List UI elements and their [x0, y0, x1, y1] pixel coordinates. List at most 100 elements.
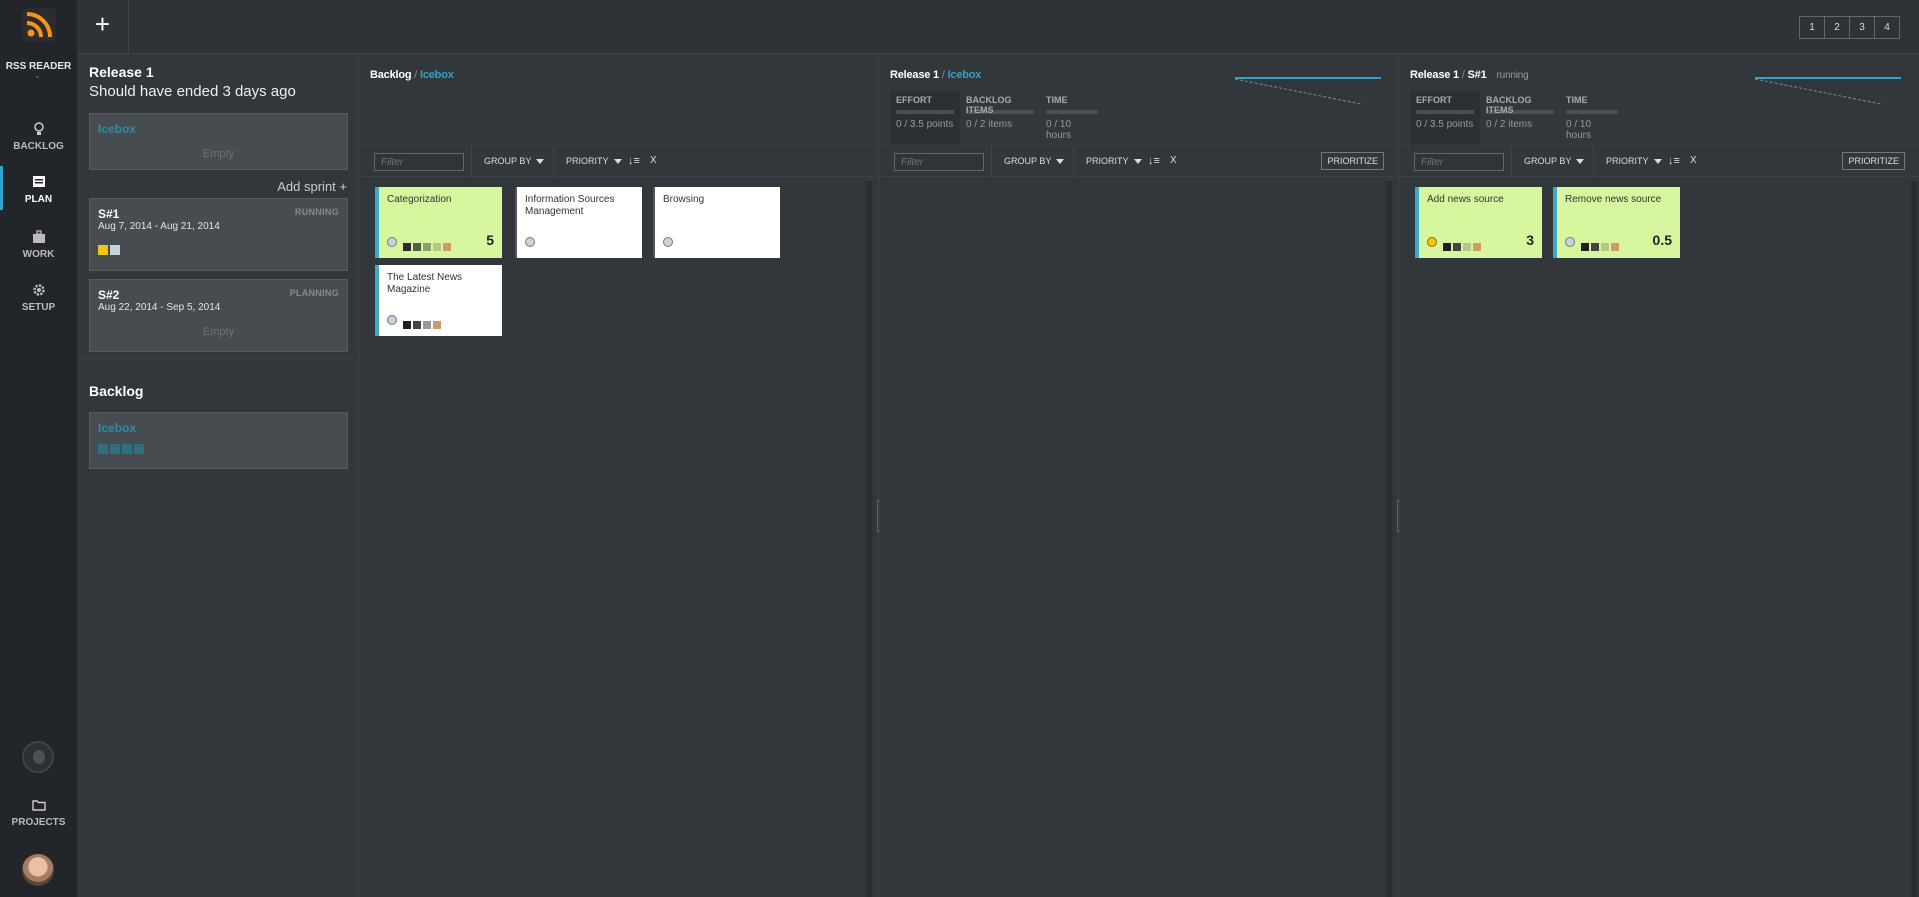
column-subtitle[interactable]: S#1 — [1468, 69, 1487, 81]
chip — [110, 245, 120, 255]
stat-effort: EFFORT 0 / 3.5 points — [890, 91, 960, 147]
release-title[interactable]: Release 1 — [89, 64, 154, 80]
sprint-box-s1[interactable]: S#1 RUNNING Aug 7, 2014 - Aug 21, 2014 — [89, 198, 348, 271]
card-title: Categorization — [387, 194, 452, 205]
story-card[interactable]: The Latest News Magazine — [375, 265, 502, 336]
group-by-dropdown[interactable]: GROUP BY — [991, 146, 1065, 177]
sprint-chips — [98, 245, 122, 263]
column-subtitle[interactable]: Icebox — [420, 69, 454, 81]
release-icebox[interactable]: Icebox Empty — [89, 113, 348, 170]
scrollbar[interactable] — [866, 181, 872, 897]
close-filter-button[interactable]: X — [650, 155, 657, 166]
priority-dropdown[interactable]: PRIORITY — [553, 146, 622, 177]
lightbulb-icon — [33, 122, 44, 135]
stat-value: 0 / 2 items — [1486, 119, 1533, 130]
theme-toggle-icon[interactable] — [22, 741, 54, 773]
stat-label: EFFORT — [896, 95, 932, 105]
story-card[interactable]: Categorization 5 — [375, 187, 502, 258]
prioritize-button[interactable]: PRIORITIZE — [1842, 152, 1905, 170]
stat-value: 0 / 10 hours — [1046, 119, 1072, 141]
status-dot-icon[interactable] — [663, 237, 673, 247]
prioritize-button[interactable]: PRIORITIZE — [1321, 152, 1384, 170]
stat-time: TIME 0 / 10 hours — [1566, 91, 1624, 147]
add-sprint-button[interactable]: Add sprint + — [277, 179, 347, 194]
scrollbar[interactable] — [1911, 181, 1917, 897]
stat-label: EFFORT — [1416, 95, 1452, 105]
burndown-chart — [1754, 77, 1901, 105]
column-subtitle[interactable]: Icebox — [948, 69, 982, 81]
group-by-label: GROUP BY — [1004, 156, 1052, 166]
stat-backlog-items: BACKLOG ITEMS 0 / 2 items — [966, 91, 1040, 147]
column-header: Release 1 / S#1 running — [1410, 69, 1529, 81]
layout-button-4[interactable]: 4 — [1874, 16, 1900, 39]
scrollbar[interactable] — [1386, 181, 1392, 897]
filter-input[interactable] — [374, 153, 464, 171]
caret-down-icon — [1133, 159, 1142, 165]
folder-icon — [31, 800, 46, 811]
column-toolbar: GROUP BY PRIORITY ↓≡ X PRIORITIZE — [880, 145, 1398, 177]
caret-down-icon — [1653, 159, 1662, 165]
close-filter-button[interactable]: X — [1170, 155, 1177, 166]
story-card[interactable]: Information Sources Management — [515, 187, 642, 258]
nav-item-plan[interactable]: PLAN — [0, 166, 77, 210]
card-chips — [403, 238, 453, 256]
group-by-dropdown[interactable]: GROUP BY — [1511, 146, 1585, 177]
status-dot-icon[interactable] — [387, 237, 397, 247]
user-avatar[interactable] — [22, 854, 54, 886]
status-dot-icon[interactable] — [1565, 237, 1575, 247]
nav-item-projects[interactable]: PROJECTS — [0, 797, 77, 828]
nav-item-work[interactable]: WORK — [0, 229, 77, 260]
status-dot-icon[interactable] — [387, 315, 397, 325]
column-release-sprint: Release 1 / S#1 running EFFORT 0 / 3.5 po… — [1400, 55, 1919, 897]
priority-label: PRIORITY — [1606, 156, 1649, 166]
layout-button-1[interactable]: 1 — [1799, 16, 1825, 39]
release-panel: Release 1 Should have ended 3 days ago I… — [77, 55, 359, 897]
stat-bar — [1046, 110, 1098, 114]
caret-down-icon — [613, 159, 622, 165]
column-release-icebox: Release 1 / Icebox EFFORT 0 / 3.5 points… — [880, 55, 1399, 897]
group-by-label: GROUP BY — [1524, 156, 1572, 166]
stat-bar — [896, 110, 954, 114]
column-title[interactable]: Release 1 — [890, 69, 939, 81]
sprint-dates: Aug 22, 2014 - Sep 5, 2014 — [98, 302, 221, 313]
story-card[interactable]: Add news source 3 — [1415, 187, 1542, 258]
sort-icon[interactable]: ↓≡ — [1668, 155, 1680, 167]
filter-input[interactable] — [894, 153, 984, 171]
story-card[interactable]: Browsing — [653, 187, 780, 258]
app-root: RSS READER ⌄ BACKLOG PLAN WORK SETUP PRO… — [0, 0, 1919, 897]
status-dot-icon[interactable] — [525, 237, 535, 247]
add-button[interactable]: + — [77, 0, 129, 54]
icebox-chips — [98, 444, 146, 462]
stat-bar — [1416, 110, 1474, 114]
column-title[interactable]: Backlog — [370, 69, 412, 81]
sprint-running-status: running — [1496, 70, 1529, 81]
chip — [122, 444, 132, 454]
filter-input[interactable] — [1414, 153, 1504, 171]
nav-item-label: BACKLOG — [13, 141, 64, 152]
nav-item-label: PROJECTS — [11, 817, 66, 828]
nav-item-backlog[interactable]: BACKLOG — [0, 121, 77, 152]
close-filter-button[interactable]: X — [1690, 155, 1697, 166]
status-dot-icon[interactable] — [1427, 237, 1437, 247]
group-by-dropdown[interactable]: GROUP BY — [471, 146, 545, 177]
layout-button-3[interactable]: 3 — [1849, 16, 1875, 39]
priority-dropdown[interactable]: PRIORITY — [1593, 146, 1662, 177]
sort-icon[interactable]: ↓≡ — [628, 155, 640, 167]
chip — [98, 444, 108, 454]
sort-icon[interactable]: ↓≡ — [1148, 155, 1160, 167]
backlog-title[interactable]: Backlog — [89, 383, 143, 399]
column-title[interactable]: Release 1 — [1410, 69, 1459, 81]
column-header: Backlog / Icebox — [370, 69, 454, 81]
card-points: 5 — [486, 232, 494, 248]
rss-logo-icon[interactable] — [22, 8, 56, 42]
priority-dropdown[interactable]: PRIORITY — [1073, 146, 1142, 177]
sprint-box-s2[interactable]: S#2 PLANNING Aug 22, 2014 - Sep 5, 2014 … — [89, 279, 348, 352]
story-card[interactable]: Remove news source 0.5 — [1553, 187, 1680, 258]
layout-button-2[interactable]: 2 — [1824, 16, 1850, 39]
release-subtitle: Should have ended 3 days ago — [89, 83, 296, 100]
backlog-icebox[interactable]: Icebox — [89, 412, 348, 469]
chevron-down-icon[interactable]: ⌄ — [34, 71, 41, 80]
sprint-status: RUNNING — [294, 207, 339, 217]
nav-item-setup[interactable]: SETUP — [0, 282, 77, 313]
layout-switcher: 1 2 3 4 — [1799, 16, 1900, 39]
